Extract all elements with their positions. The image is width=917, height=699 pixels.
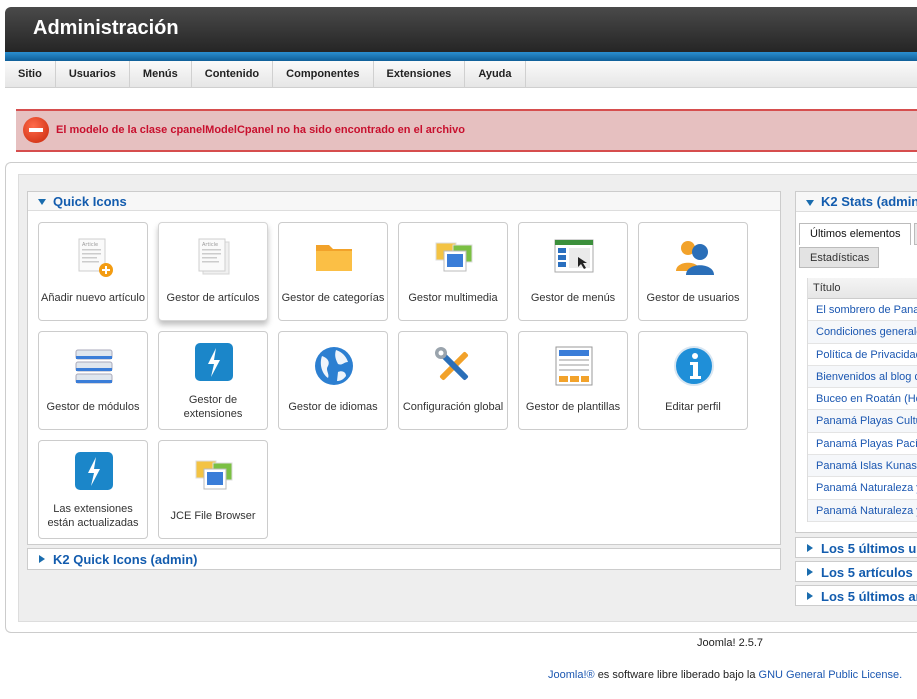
error-text: El modelo de la clase cpanelModelCpanel … [56,124,465,136]
tab-latest-items[interactable]: Últimos elementos [799,223,911,245]
page-title: Administración [33,17,179,39]
extensions-icon [195,343,233,381]
k2-stats-panel: K2 Stats (admin) Últimos elementos Estad… [795,191,917,533]
quick-icon-label: Gestor de categorías [281,292,385,304]
menu-item-menus[interactable]: Menús [130,61,192,88]
globe-icon [315,347,353,385]
quick-icon-global-configuration[interactable]: Configuración global [398,331,508,430]
table-row[interactable]: Bienvenidos al blog de [808,365,917,389]
file-browser-icon [195,460,233,490]
quick-icon-add-article[interactable]: Article Añadir nuevo artículo [38,222,148,321]
quick-icon-label: Gestor de extensiones [183,394,243,420]
quick-icon-category-manager[interactable]: Gestor de categorías [278,222,388,321]
collapse-down-icon [806,200,814,206]
latest-users-panel[interactable]: Los 5 últimos usuarios [795,537,917,558]
k2-stats-title: K2 Stats (admin) [821,194,917,209]
quick-icon-label: Configuración global [402,401,504,413]
latest-items-table: Título El sombrero de Panamá Condiciones… [807,278,917,522]
quick-icons-header[interactable]: Quick Icons [28,192,780,211]
svg-text:Article: Article [202,242,218,248]
menu-item-componentes[interactable]: Componentes [273,61,374,88]
info-icon [674,346,714,386]
quick-icon-extensions-updated[interactable]: Las extensiones están actualizadas [38,440,148,539]
modules-icon [75,349,113,384]
version-text: Joomla! 2.5.7 [697,637,764,649]
media-icon [435,242,473,272]
expand-right-icon [807,544,813,552]
table-row[interactable]: El sombrero de Panamá [808,299,917,322]
expand-right-icon [807,592,813,600]
menu-item-contenido[interactable]: Contenido [192,61,274,88]
expand-right-icon [807,568,813,576]
header-accent-bar [5,52,917,61]
table-row[interactable]: Buceo en Roatán (Honduras) [808,388,917,411]
table-row[interactable]: Panamá Playas Pacífico [808,433,917,456]
tools-icon [435,347,469,381]
quick-icon-label: Gestor de módulos [46,401,140,413]
top-articles-title: Los 5 artículos [821,565,913,580]
top-articles-panel[interactable]: Los 5 artículos [795,561,917,582]
table-row[interactable]: Panamá Playas Cultura [808,410,917,433]
quick-icon-module-manager[interactable]: Gestor de módulos [38,331,148,430]
k2-quick-icons-title: K2 Quick Icons (admin) [53,552,198,567]
latest-articles-panel[interactable]: Los 5 últimos artículos [795,585,917,606]
quick-icon-language-manager[interactable]: Gestor de idiomas [278,331,388,430]
add-article-icon: Article [78,238,113,277]
quick-icon-template-manager[interactable]: Gestor de plantillas [518,331,628,430]
quick-icon-label: Gestor de usuarios [646,292,740,304]
k2-quick-icons-panel[interactable]: K2 Quick Icons (admin) [27,548,781,570]
table-row[interactable]: Panamá Naturaleza y [808,477,917,500]
admin-header: Administración [5,7,917,61]
license-sentence: es software libre liberado bajo la [597,669,756,681]
quick-icon-label: Las extensiones están actualizadas [47,503,139,529]
tab-statistics[interactable]: Estadísticas [799,247,879,268]
table-row[interactable]: Panamá Islas Kunas [808,455,917,478]
quick-icons-title: Quick Icons [53,194,127,209]
quick-icon-label: Añadir nuevo artículo [41,292,145,304]
collapse-down-icon [38,199,46,205]
latest-users-title: Los 5 últimos usuarios [821,541,917,556]
quick-icon-user-manager[interactable]: Gestor de usuarios [638,222,748,321]
main-menu: Sitio Usuarios Menús Contenido Component… [5,61,917,88]
k2-stats-header[interactable]: K2 Stats (admin) [796,192,917,212]
table-row[interactable]: Panamá Naturaleza y [808,499,917,522]
error-icon [23,117,49,143]
quick-icon-label: Gestor de idiomas [288,401,378,413]
gpl-link[interactable]: GNU General Public License. [759,669,903,681]
latest-articles-title: Los 5 últimos artículos [821,589,917,604]
menu-item-ayuda[interactable]: Ayuda [465,61,526,88]
quick-icon-label: Gestor de plantillas [525,401,621,413]
quick-icon-label: Gestor de menús [530,292,616,304]
menu-manager-icon [554,239,594,273]
menu-item-usuarios[interactable]: Usuarios [56,61,130,88]
quick-icon-label: JCE File Browser [170,510,256,522]
users-icon [676,241,714,275]
expand-right-icon [39,555,45,563]
joomla-link[interactable]: Joomla!® [548,669,595,681]
license-text: Joomla!® es software libre liberado bajo… [548,669,902,681]
quick-icon-menu-manager[interactable]: Gestor de menús [518,222,628,321]
menu-item-sitio[interactable]: Sitio [5,61,56,88]
quick-icon-label: Editar perfil [665,401,721,413]
templates-icon [555,346,593,386]
article-manager-icon: Article [198,238,230,275]
quick-icon-label: Gestor multimedia [408,292,498,304]
svg-text:Article: Article [82,242,98,248]
table-row[interactable]: Condiciones generales [808,321,917,344]
quick-icon-article-manager[interactable]: Article Gestor de artículos [158,222,268,321]
quick-icon-jce-file-browser[interactable]: JCE File Browser [158,440,268,539]
quick-icon-edit-profile[interactable]: Editar perfil [638,331,748,430]
quick-icon-label: Gestor de artículos [166,292,260,304]
column-header-title: Título [808,278,917,299]
quick-icon-extension-manager[interactable]: Gestor de extensiones [158,331,268,430]
extensions-updated-icon [75,452,113,490]
quick-icon-media-manager[interactable]: Gestor multimedia [398,222,508,321]
error-message: El modelo de la clase cpanelModelCpanel … [16,109,917,152]
table-row[interactable]: Política de Privacidad [808,344,917,366]
folder-icon [316,245,352,271]
menu-item-extensiones[interactable]: Extensiones [374,61,466,88]
